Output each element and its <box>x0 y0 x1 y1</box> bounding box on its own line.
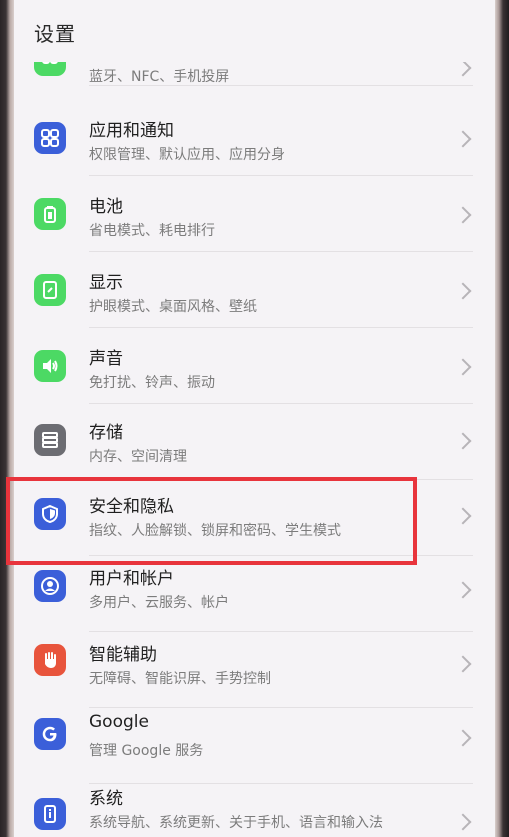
chevron-right-icon <box>454 358 472 376</box>
chevron-right-icon <box>454 130 472 148</box>
settings-item-subtitle: 权限管理、默认应用、应用分身 <box>89 147 285 163</box>
settings-item-smart-assist[interactable]: 智能辅助 无障碍、智能识屏、手势控制 <box>14 632 495 708</box>
chevron-right-icon <box>454 729 472 747</box>
chevron-right-icon <box>454 59 472 77</box>
apps-grid-icon <box>34 122 66 154</box>
settings-item-apps[interactable]: 应用和通知 权限管理、默认应用、应用分身 <box>14 100 495 176</box>
chevron-right-icon <box>454 432 472 450</box>
chevron-right-icon <box>454 581 472 599</box>
settings-item-title: 系统 <box>89 789 123 809</box>
phone-frame: 蓝牙、NFC、手机投屏 应用和通知 权限管理、默认应用、应用分身 电池 省电模式… <box>0 0 509 837</box>
settings-item-system[interactable]: 系统 系统导航、系统更新、关于手机、语言和输入法 <box>14 782 495 837</box>
settings-screen: 蓝牙、NFC、手机投屏 应用和通知 权限管理、默认应用、应用分身 电池 省电模式… <box>14 0 495 837</box>
settings-item-subtitle: 内存、空间清理 <box>89 449 187 465</box>
settings-item-subtitle: 免打扰、铃声、振动 <box>89 375 215 391</box>
user-icon <box>34 570 66 602</box>
hand-icon <box>34 644 66 676</box>
settings-item-title: 智能辅助 <box>89 645 157 665</box>
settings-item-title: 应用和通知 <box>89 121 174 141</box>
settings-item-title: 电池 <box>89 197 123 217</box>
settings-item-storage[interactable]: 存储 内存、空间清理 <box>14 404 495 480</box>
settings-item-battery[interactable]: 电池 省电模式、耗电排行 <box>14 176 495 252</box>
chevron-right-icon <box>454 655 472 673</box>
battery-icon <box>34 198 66 230</box>
settings-item-subtitle: 护眼模式、桌面风格、壁纸 <box>89 299 257 315</box>
settings-item-title: 用户和帐户 <box>89 569 174 589</box>
settings-item-sound[interactable]: 声音 免打扰、铃声、振动 <box>14 328 495 404</box>
settings-item-subtitle: 管理 Google 服务 <box>89 743 204 759</box>
settings-item-google[interactable]: Google 管理 Google 服务 <box>14 708 495 784</box>
display-icon <box>34 274 66 306</box>
settings-item-title: 显示 <box>89 273 123 293</box>
settings-item-title: 声音 <box>89 349 123 369</box>
phone-info-icon <box>34 798 66 830</box>
settings-item-title: 存储 <box>89 423 123 443</box>
settings-item-subtitle: 系统导航、系统更新、关于手机、语言和输入法 <box>89 815 383 831</box>
highlight-annotation <box>6 477 417 565</box>
settings-item-subtitle: 蓝牙、NFC、手机投屏 <box>89 69 230 85</box>
settings-item-display[interactable]: 显示 护眼模式、桌面风格、壁纸 <box>14 252 495 328</box>
settings-item-subtitle: 无障碍、智能识屏、手势控制 <box>89 671 271 687</box>
chevron-right-icon <box>454 813 472 831</box>
page-title: 设置 <box>34 22 76 46</box>
settings-item-users-accounts[interactable]: 用户和帐户 多用户、云服务、帐户 <box>14 556 495 632</box>
settings-item-subtitle: 省电模式、耗电排行 <box>89 223 215 239</box>
speaker-icon <box>34 350 66 382</box>
chevron-right-icon <box>454 206 472 224</box>
google-icon <box>34 718 66 750</box>
chevron-right-icon <box>454 507 472 525</box>
settings-item-subtitle: 多用户、云服务、帐户 <box>89 595 229 611</box>
divider <box>89 85 473 86</box>
settings-header: 设置 <box>14 0 495 62</box>
settings-item-title: Google <box>89 712 149 732</box>
storage-icon <box>34 424 66 456</box>
chevron-right-icon <box>454 282 472 300</box>
